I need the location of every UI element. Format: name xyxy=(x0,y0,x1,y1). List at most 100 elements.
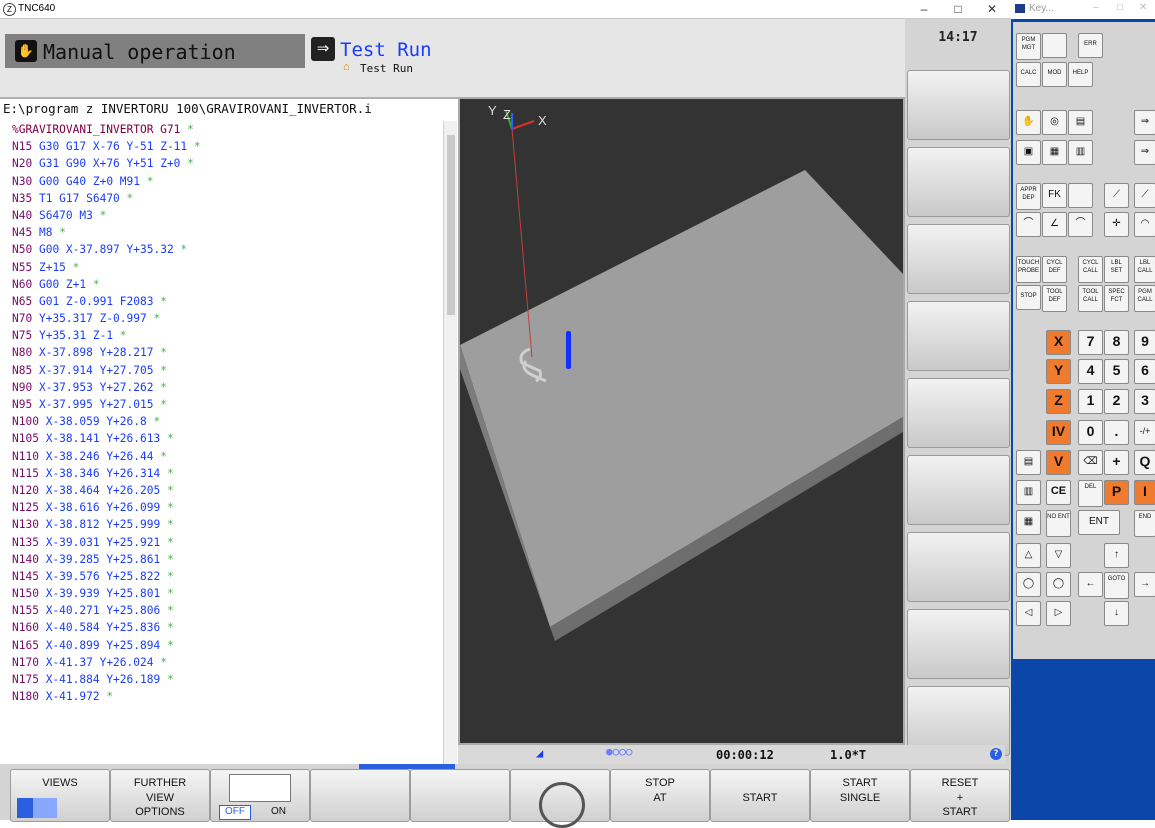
scrollbar-thumb[interactable] xyxy=(447,135,455,315)
key-4[interactable]: 4 xyxy=(1078,359,1103,384)
key-dot[interactable]: . xyxy=(1104,420,1129,445)
side-softkey-1[interactable] xyxy=(907,70,1010,140)
program-run-icon[interactable]: ▦ xyxy=(1042,140,1067,165)
key-6[interactable]: 6 xyxy=(1134,359,1155,384)
list-icon[interactable]: ▥ xyxy=(1016,480,1041,505)
chamfer-icon[interactable]: ⟋ xyxy=(1104,183,1129,208)
arrow-right-icon[interactable]: → xyxy=(1134,572,1155,597)
key-err[interactable]: ERR xyxy=(1078,33,1103,58)
key-lbl-call[interactable]: LBL CALL xyxy=(1134,256,1155,283)
key-iv[interactable]: IV xyxy=(1046,420,1071,445)
key-appr-dep[interactable]: APPR DEP xyxy=(1016,183,1041,210)
program-line[interactable]: N40 S6470 M3 * xyxy=(0,207,445,224)
program-line[interactable]: N155 X-40.271 Y+25.806 * xyxy=(0,602,445,619)
program-line[interactable]: N35 T1 G17 S6470 * xyxy=(0,190,445,207)
help-icon[interactable]: ? xyxy=(990,748,1002,760)
arrow-up-icon[interactable]: ↑ xyxy=(1104,543,1129,568)
circle-tangent-icon[interactable]: ⌒ xyxy=(1068,212,1093,237)
program-line[interactable]: N180 X-41.972 * xyxy=(0,688,445,705)
key-calc[interactable]: CALC xyxy=(1016,62,1041,87)
key-p[interactable]: P xyxy=(1104,480,1129,505)
program-line[interactable]: N100 X-38.059 Y+26.8 * xyxy=(0,413,445,430)
program-line[interactable]: N125 X-38.616 Y+26.099 * xyxy=(0,499,445,516)
program-line[interactable]: N170 X-41.37 Y+26.024 * xyxy=(0,654,445,671)
page-down-icon[interactable]: ▽ xyxy=(1046,543,1071,568)
program-edit-icon[interactable]: ▥ xyxy=(1068,140,1093,165)
side-softkey-2[interactable] xyxy=(907,147,1010,217)
program-line[interactable]: N95 X-37.995 Y+27.015 * xyxy=(0,396,445,413)
key-goto[interactable]: GOTO xyxy=(1104,572,1129,599)
program-line[interactable]: N90 X-37.953 Y+27.262 * xyxy=(0,379,445,396)
empty-softkey-1[interactable] xyxy=(310,769,410,822)
line-icon[interactable]: ⟋ xyxy=(1134,183,1155,208)
program-line[interactable]: N70 Y+35.317 Z-0.997 * xyxy=(0,310,445,327)
page-up-icon[interactable]: △ xyxy=(1016,543,1041,568)
key-cycl-def[interactable]: CYCL DEF xyxy=(1042,256,1067,283)
tab-right-icon[interactable]: ▷ xyxy=(1046,601,1071,626)
backspace-icon[interactable]: ⌫ xyxy=(1078,450,1103,475)
key-sign[interactable]: -/+ xyxy=(1134,420,1155,445)
key-no-ent[interactable]: NO ENT xyxy=(1046,510,1071,537)
side-softkey-5[interactable] xyxy=(907,378,1010,448)
key-8[interactable]: 8 xyxy=(1104,330,1129,355)
key-plus[interactable]: + xyxy=(1104,450,1129,475)
key-2[interactable]: 2 xyxy=(1104,389,1129,414)
program-line[interactable]: N110 X-38.246 Y+26.44 * xyxy=(0,448,445,465)
program-line[interactable]: N20 G31 G90 X+76 Y+51 Z+0 * xyxy=(0,155,445,172)
key-blank-2[interactable] xyxy=(1068,183,1093,208)
program-line[interactable]: N120 X-38.464 Y+26.205 * xyxy=(0,482,445,499)
key-3[interactable]: 3 xyxy=(1134,389,1155,414)
speed-softkey[interactable] xyxy=(510,769,610,828)
key-z[interactable]: Z xyxy=(1046,389,1071,414)
program-line[interactable]: %GRAVIROVANI_INVERTOR G71 * xyxy=(0,121,445,138)
arrow-down-icon[interactable]: ↓ xyxy=(1104,601,1129,626)
key-tool-def[interactable]: TOOL DEF xyxy=(1042,285,1067,312)
program-run-full-icon[interactable]: ⇒ xyxy=(1134,140,1155,165)
angle-icon[interactable]: ∠ xyxy=(1042,212,1067,237)
key-ent[interactable]: ENT xyxy=(1078,510,1120,535)
key-help[interactable]: HELP xyxy=(1068,62,1093,87)
empty-softkey-2[interactable] xyxy=(410,769,510,822)
minimize-button[interactable]: – xyxy=(907,0,941,19)
key-ce[interactable]: CE xyxy=(1046,480,1071,505)
program-listing[interactable]: %GRAVIROVANI_INVERTOR G71 * N15 G30 G17 X… xyxy=(0,121,445,705)
key-pgm-call[interactable]: PGM CALL xyxy=(1134,285,1155,312)
program-line[interactable]: N55 Z+15 * xyxy=(0,259,445,276)
key-mod[interactable]: MOD xyxy=(1042,62,1067,87)
test-run-key-icon[interactable]: ⇒ xyxy=(1134,110,1155,135)
key-y[interactable]: Y xyxy=(1046,359,1071,384)
start-softkey[interactable]: START xyxy=(710,769,810,822)
key-1[interactable]: 1 xyxy=(1078,389,1103,414)
stop-at-softkey[interactable]: STOP AT xyxy=(610,769,710,822)
key-lbl-set[interactable]: LBL SET xyxy=(1104,256,1129,283)
program-line[interactable]: N135 X-39.031 Y+25.921 * xyxy=(0,534,445,551)
key-i[interactable]: I xyxy=(1134,480,1155,505)
3d-simulation-view[interactable]: Y Z X xyxy=(458,97,905,745)
tab-left-icon[interactable]: ◁ xyxy=(1016,601,1041,626)
key-v[interactable]: V xyxy=(1046,450,1071,475)
single-block-icon[interactable]: ▣ xyxy=(1016,140,1041,165)
side-softkey-4[interactable] xyxy=(907,301,1010,371)
manual-mode-icon[interactable]: ✋ xyxy=(1016,110,1041,135)
circle-right-icon[interactable]: ◯ xyxy=(1046,572,1071,597)
maximize-button[interactable]: □ xyxy=(941,0,975,19)
program-line[interactable]: N175 X-41.884 Y+26.189 * xyxy=(0,671,445,688)
program-scrollbar[interactable] xyxy=(443,121,457,764)
handwheel-icon[interactable]: ◎ xyxy=(1042,110,1067,135)
key-pgm-mgt[interactable]: PGM MGT xyxy=(1016,33,1041,60)
program-line[interactable]: N80 X-37.898 Y+28.217 * xyxy=(0,344,445,361)
key-x[interactable]: X xyxy=(1046,330,1071,355)
key-fk[interactable]: FK xyxy=(1042,183,1067,208)
key-tool-call[interactable]: TOOL CALL xyxy=(1078,285,1103,312)
circle-left-icon[interactable]: ◯ xyxy=(1016,572,1041,597)
circle-center-icon[interactable]: ✛ xyxy=(1104,212,1129,237)
program-line[interactable]: N50 G00 X-37.897 Y+35.32 * xyxy=(0,241,445,258)
program-line[interactable]: N65 G01 Z-0.991 F2083 * xyxy=(0,293,445,310)
side-softkey-3[interactable] xyxy=(907,224,1010,294)
kbd-minimize-button[interactable]: – xyxy=(1093,2,1099,13)
reset-start-softkey[interactable]: RESET + START xyxy=(910,769,1010,822)
program-line[interactable]: N30 G00 G40 Z+0 M91 * xyxy=(0,173,445,190)
side-softkey-7[interactable] xyxy=(907,532,1010,602)
key-5[interactable]: 5 xyxy=(1104,359,1129,384)
program-line[interactable]: N45 M8 * xyxy=(0,224,445,241)
